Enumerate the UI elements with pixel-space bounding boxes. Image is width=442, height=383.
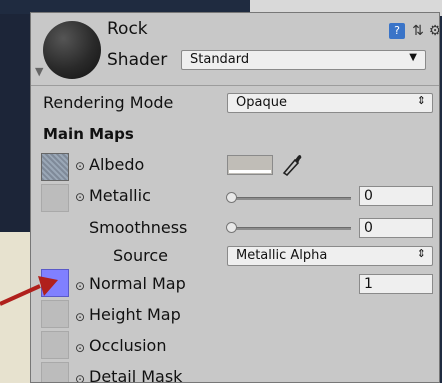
metallic-slider-handle[interactable] [226, 192, 237, 203]
inspector-panel: ▼ Rock Shader Standard ▼ ? ⇅ ⚙ Rendering… [30, 12, 440, 383]
smoothness-slider-track[interactable] [229, 227, 351, 230]
eyedropper-icon[interactable] [281, 151, 303, 177]
albedo-texture-slot[interactable] [41, 153, 69, 181]
rendering-mode-dropdown[interactable]: Opaque ⇕ [227, 93, 433, 113]
source-value: Metallic Alpha [236, 248, 328, 263]
normal-map-label: Normal Map [89, 274, 186, 293]
smoothness-slider-handle[interactable] [226, 222, 237, 233]
material-header: ▼ Rock Shader Standard ▼ ? ⇅ ⚙ [31, 13, 439, 86]
presets-icon[interactable]: ⇅ [410, 23, 426, 39]
help-icon[interactable]: ? [389, 23, 405, 39]
height-map-label: Height Map [89, 305, 181, 324]
source-label: Source [113, 246, 168, 265]
source-dropdown[interactable]: Metallic Alpha ⇕ [227, 246, 433, 266]
normal-map-scale-field[interactable]: 1 [359, 274, 433, 294]
object-picker-icon[interactable]: ⊙ [75, 341, 85, 355]
chevron-down-icon: ▼ [409, 52, 417, 63]
object-picker-icon[interactable]: ⊙ [75, 279, 85, 293]
material-preview-thumbnail[interactable] [43, 21, 101, 79]
smoothness-value-field[interactable]: 0 [359, 218, 433, 238]
object-picker-icon[interactable]: ⊙ [75, 372, 85, 382]
albedo-label: Albedo [89, 155, 145, 174]
occlusion-label: Occlusion [89, 336, 167, 355]
object-picker-icon[interactable]: ⊙ [75, 190, 85, 204]
metallic-texture-slot[interactable] [41, 184, 69, 212]
gear-icon[interactable]: ⚙ [427, 23, 439, 39]
rendering-mode-label: Rendering Mode [43, 93, 174, 112]
smoothness-label: Smoothness [89, 218, 188, 237]
detail-mask-label: Detail Mask [89, 367, 183, 383]
material-name: Rock [107, 19, 148, 39]
updown-arrows-icon: ⇕ [416, 94, 426, 107]
shader-label: Shader [107, 50, 168, 70]
metallic-slider-track[interactable] [229, 197, 351, 200]
occlusion-texture-slot[interactable] [41, 331, 69, 359]
metallic-value-field[interactable]: 0 [359, 186, 433, 206]
main-maps-title: Main Maps [43, 125, 134, 143]
object-picker-icon[interactable]: ⊙ [75, 159, 85, 173]
updown-arrows-icon: ⇕ [416, 247, 426, 260]
red-pointer-arrow-icon [0, 276, 58, 306]
detail-mask-texture-slot[interactable] [41, 362, 69, 382]
metallic-label: Metallic [89, 186, 151, 205]
shader-dropdown-value: Standard [190, 52, 250, 67]
object-picker-icon[interactable]: ⊙ [75, 310, 85, 324]
shader-dropdown[interactable]: Standard ▼ [181, 50, 426, 70]
foldout-arrow-icon[interactable]: ▼ [35, 65, 43, 78]
albedo-color-field[interactable] [227, 155, 273, 175]
rendering-mode-value: Opaque [236, 95, 287, 110]
